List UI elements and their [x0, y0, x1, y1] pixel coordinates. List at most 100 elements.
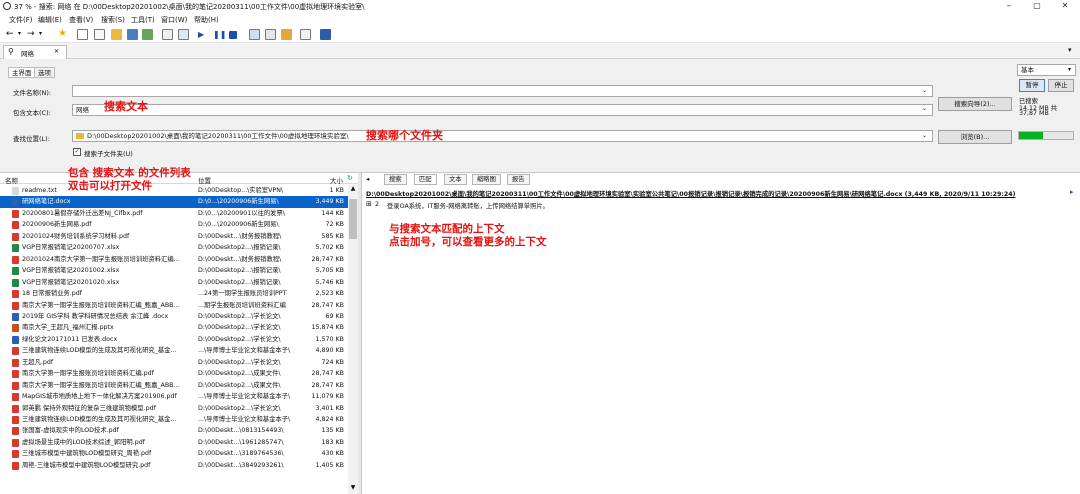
forward-arrow-icon[interactable]: →	[27, 29, 38, 40]
scroll-thumb[interactable]	[349, 199, 357, 239]
file-type-icon	[12, 290, 19, 299]
open-folder-icon[interactable]	[111, 29, 122, 40]
close-window-button[interactable]: ✕	[1051, 0, 1079, 13]
result-name: VGP日常报销笔记20201020.xlsx	[22, 278, 120, 286]
menu-tools[interactable]: 工具(T)	[131, 15, 155, 25]
stop-button[interactable]: 停止	[1048, 79, 1074, 92]
print-icon[interactable]	[300, 29, 311, 40]
tab-report[interactable]: 报告	[507, 174, 530, 185]
result-row[interactable]: readme.txt D:\00Desktop...\实验室VPN\ 1 KB	[0, 185, 348, 196]
result-row[interactable]: 绿化论文20171011 已发表.docx D:\00Desktop2...\学长…	[0, 334, 348, 345]
content-text-input[interactable]: 网络	[72, 104, 933, 116]
menu-help[interactable]: 帮助(H)	[194, 15, 219, 25]
result-name: 周艳-三维城市模型中建筑物LOD模型研究.pdf	[22, 461, 151, 469]
result-row[interactable]: 南京大学第一期学生报账员培训班资料汇编.pdf D:\00Desktop2...\…	[0, 368, 348, 379]
tab-text[interactable]: 文本	[444, 174, 467, 185]
file-type-icon	[12, 427, 19, 436]
grid-icon[interactable]	[265, 29, 276, 40]
column-name[interactable]: 名称	[5, 175, 18, 185]
result-row[interactable]: 研网络笔记.docx D:\0...\20200906新生网易\ 3,449 KB	[0, 196, 348, 208]
result-row[interactable]: 2019年 GIS学科 教学科研情况总结表 余江峰 .docx D:\00Desk…	[0, 311, 348, 322]
result-size: 430 KB	[321, 450, 344, 458]
export-icon[interactable]	[142, 29, 153, 40]
result-row[interactable]: 20201024财务培训系统学习材料.pdf D:\00Deskt...\财务报销…	[0, 231, 348, 242]
file-type-icon	[12, 301, 19, 310]
tab-list-icon[interactable]: ▾	[1068, 46, 1072, 54]
result-row[interactable]: 三维城市模型中建筑物LOD模型研究_周艳.pdf D:\00Deskt...\31…	[0, 448, 348, 459]
menu-window[interactable]: 窗口(W)	[161, 15, 187, 25]
scroll-down-icon[interactable]: ▼	[348, 484, 358, 493]
result-row[interactable]: 南京大学第一期学生报账员培训班资料汇编_甄嘉_ABB... D:\00Deskto…	[0, 380, 348, 391]
column-path[interactable]: 位置	[198, 175, 211, 185]
search-wizard-button[interactable]: 搜索向导(2)...	[938, 97, 1012, 111]
mode-dropdown-icon[interactable]: ▾	[1068, 66, 1071, 73]
menu-view[interactable]: 查看(V)	[69, 15, 93, 25]
tab-close-icon[interactable]: ✕	[54, 48, 59, 55]
refresh-icon[interactable]: ↻	[347, 174, 353, 182]
copy-icon[interactable]	[94, 29, 105, 40]
tab-match[interactable]: 匹配	[414, 174, 437, 185]
results-scrollbar[interactable]: ▲ ▼	[348, 185, 358, 494]
tab-thumbnail[interactable]: 缩略图	[472, 174, 501, 185]
pause-icon[interactable]: ❚❚	[213, 29, 226, 40]
maximize-button[interactable]: ▢	[1023, 0, 1051, 13]
result-row[interactable]: 南京大学_王超凡_福州汇报.pptx D:\00Desktop2...\学长论文\…	[0, 322, 348, 333]
result-size: 5,746 KB	[315, 278, 344, 286]
result-row[interactable]: 20201024南京大学第一期学生报账员培训班资料汇编... D:\00Deskt…	[0, 254, 348, 265]
result-row[interactable]: 虚拟场景生成中的LOD技术综述_郭阳明.pdf D:\00Deskt...\196…	[0, 437, 348, 448]
location-input[interactable]: D:\00Desktop20201002\桌面\我的笔记20200311\00工…	[72, 130, 933, 142]
stop-icon[interactable]	[229, 31, 237, 39]
save-icon[interactable]	[127, 29, 138, 40]
result-row[interactable]: VGP日常报销笔记20200707.xlsx D:\00Desktop2...\报…	[0, 242, 348, 253]
filename-input[interactable]	[72, 85, 933, 97]
result-row[interactable]: 南京大学第一期学生报账员培训班资料汇编_甄嘉_ABB... ...期学生报账员培训…	[0, 300, 348, 311]
subfolder-checkbox[interactable]: ✓	[73, 148, 81, 156]
result-row[interactable]: 20200801暑假存储外迁出差NJ_Clfbx.pdf D:\0...\2020…	[0, 208, 348, 219]
favorite-star-icon[interactable]: ★	[58, 29, 69, 40]
result-row[interactable]: 20200906新生网易.pdf D:\0...\20200906新生网易\ 72 …	[0, 219, 348, 230]
new-document-icon[interactable]	[77, 29, 88, 40]
report-icon[interactable]	[281, 29, 292, 40]
result-row[interactable]: 王超凡.pdf D:\00Desktop2...\学长论文\ 724 KB	[0, 357, 348, 368]
list-view-icon[interactable]	[178, 29, 189, 40]
results-list: readme.txt D:\00Desktop...\实验室VPN\ 1 KB 研网络…	[0, 185, 348, 494]
file-type-icon	[12, 347, 19, 356]
result-row[interactable]: 周艳-三维城市模型中建筑物LOD模型研究.pdf D:\00Deskt...\38…	[0, 460, 348, 471]
result-name: 南京大学第一期学生报账员培训班资料汇编_甄嘉_ABB...	[22, 381, 180, 389]
filename-dropdown-icon[interactable]: ⌄	[922, 87, 927, 94]
browse-button[interactable]: 浏览(B)...	[938, 130, 1012, 144]
tab-main[interactable]: 主界面	[8, 67, 36, 78]
tab-search-network[interactable]: ⚲ 网络 ✕	[3, 45, 67, 59]
start-search-icon[interactable]: ▶	[198, 29, 209, 40]
pause-button[interactable]: 暂停	[1019, 79, 1045, 92]
result-row[interactable]: VGP日常报销笔记20201020.xlsx D:\00Desktop2...\报…	[0, 277, 348, 288]
result-row[interactable]: MapGIS城市地质地上地下一体化解决方案201906.pdf ...\导师博士毕…	[0, 391, 348, 402]
forward-dropdown-icon[interactable]: ▾	[39, 29, 50, 40]
result-row[interactable]: 18 日常报销业务.pdf ...24第一期学生报账员培训PPT 2,523 KB	[0, 288, 348, 299]
properties-icon[interactable]	[162, 29, 173, 40]
file-type-icon	[12, 404, 19, 413]
tab-options[interactable]: 选项	[34, 67, 55, 78]
result-row[interactable]: 张国富-虚拟现实中的LOD技术.pdf D:\00Deskt...\0813154…	[0, 425, 348, 436]
menu-edit[interactable]: 编辑(E)	[38, 15, 62, 25]
location-dropdown-icon[interactable]: ⌄	[922, 132, 927, 139]
help-book-icon[interactable]	[320, 29, 331, 40]
result-row[interactable]: 三维建筑物连续LOD模型的生成及其可视化研究_基金... ...\导师博士毕业论文…	[0, 345, 348, 356]
scroll-up-icon[interactable]: ▲	[348, 185, 358, 194]
layout-icon[interactable]	[249, 29, 260, 40]
expand-context-icon[interactable]: ⊞	[366, 200, 372, 208]
magnifier-icon: ⚲	[8, 47, 14, 56]
pane-prev-icon[interactable]: ◂	[366, 175, 369, 183]
result-row[interactable]: VGP日常报销笔记20201002.xlsx D:\00Desktop2...\报…	[0, 265, 348, 276]
menu-file[interactable]: 文件(F)	[9, 15, 33, 25]
file-type-icon	[12, 244, 19, 253]
minimize-button[interactable]: –	[995, 0, 1023, 13]
back-arrow-icon[interactable]: ←	[6, 29, 17, 40]
menu-search[interactable]: 搜索(S)	[101, 15, 125, 25]
result-row[interactable]: 郭英鹏 保持外观特征的复杂三维建筑物模型.pdf D:\00Desktop2...…	[0, 403, 348, 414]
match-file-header[interactable]: D:\00Desktop20201002\桌面\我的笔记20200311\00工…	[366, 189, 1066, 198]
column-size[interactable]: 大小	[330, 175, 343, 185]
tab-search[interactable]: 搜索	[384, 174, 407, 185]
result-row[interactable]: 三维建筑物连续LOD模型的生成及其可视化研究_基金... ...\导师博士毕业论文…	[0, 414, 348, 425]
content-dropdown-icon[interactable]: ⌄	[922, 105, 927, 112]
